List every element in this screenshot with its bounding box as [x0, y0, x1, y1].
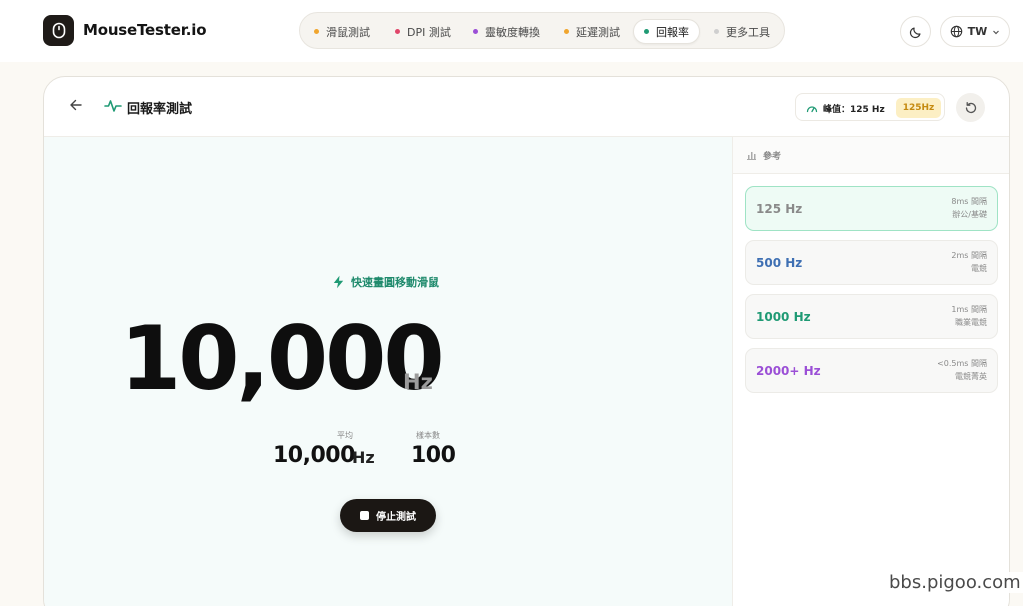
stop-label: 停止測試 — [376, 512, 416, 523]
chevron-down-icon — [993, 30, 1000, 34]
nav-dot-icon — [473, 29, 478, 34]
reference-row-2000hz: 2000+ Hz <0.5ms 間隔 電競菁英 — [745, 348, 998, 393]
back-arrow-icon[interactable] — [68, 97, 84, 113]
nav-item-sensitivity-converter[interactable]: 靈敏度轉換 — [473, 19, 540, 44]
polling-rate-value: 10,000 — [120, 307, 445, 410]
globe-icon — [950, 25, 962, 38]
nav-item-mouse-test[interactable]: 滑鼠測試 — [314, 19, 370, 44]
reset-icon — [965, 101, 976, 113]
average-value: 10,000 — [273, 443, 355, 468]
reference-title: 參考 — [763, 151, 782, 162]
average-unit: Hz — [352, 448, 375, 467]
nav-dot-icon — [714, 29, 719, 34]
polling-rate-card: 回報率測試 峰值：125 Hz 125Hz 快速畫圓移動滑鼠 10,000 Hz… — [43, 76, 1010, 606]
reference-use: 電競菁英 — [955, 372, 987, 381]
nav-item-label: 更多工具 — [726, 25, 770, 39]
nav-item-label: DPI 測試 — [407, 25, 451, 39]
nav-tabs: 滑鼠測試 DPI 測試 靈敏度轉換 延遲測試 回報率 更多工具 — [299, 12, 785, 49]
nav-item-label: 靈敏度轉換 — [485, 25, 540, 39]
instruction-hint: 快速畫圓移動滑鼠 — [332, 274, 439, 290]
nav-item-label: 延遲測試 — [576, 25, 620, 39]
nav-item-label: 回報率 — [656, 25, 689, 39]
language-label: TW — [967, 25, 988, 38]
top-navbar: MouseTester.io 滑鼠測試 DPI 測試 靈敏度轉換 延遲測試 回報… — [0, 0, 1023, 62]
peak-indicator: 峰值：125 Hz 125Hz — [795, 93, 945, 121]
reference-header: 參考 — [733, 137, 1009, 174]
reference-interval: 2ms 間隔 — [951, 251, 987, 260]
stop-icon — [360, 511, 369, 520]
moon-icon — [909, 26, 921, 38]
nav-dot-icon — [314, 29, 319, 34]
reset-button[interactable] — [956, 93, 985, 122]
nav-dot-icon — [644, 29, 649, 34]
reference-interval: 8ms 間隔 — [951, 197, 987, 206]
nav-item-more-tools[interactable]: 更多工具 — [714, 19, 770, 44]
nav-dot-icon — [395, 29, 400, 34]
nav-item-dpi-test[interactable]: DPI 測試 — [395, 19, 451, 44]
logo-mouse-icon[interactable] — [43, 15, 74, 46]
language-selector[interactable]: TW — [940, 16, 1010, 47]
samples-value: 100 — [411, 443, 456, 468]
reference-hz: 2000+ Hz — [756, 364, 821, 378]
samples-label: 樣本數 — [416, 431, 440, 440]
reference-panel: 參考 125 Hz 8ms 間隔 辦公/基礎 500 Hz 2ms 間隔 電競 … — [732, 137, 1009, 606]
card-header: 回報率測試 峰值：125 Hz 125Hz — [44, 77, 1009, 137]
test-area[interactable]: 快速畫圓移動滑鼠 10,000 Hz 平均 10,000 Hz 樣本數 100 … — [44, 137, 732, 606]
brand-name[interactable]: MouseTester.io — [83, 21, 207, 39]
pulse-icon — [104, 100, 122, 112]
nav-item-label: 滑鼠測試 — [326, 25, 370, 39]
peak-badge: 125Hz — [896, 98, 941, 118]
reference-use: 電競 — [971, 264, 987, 273]
peak-text: 峰值：125 Hz — [823, 104, 885, 115]
gauge-icon — [806, 106, 818, 113]
reference-hz: 125 Hz — [756, 202, 803, 216]
polling-rate-unit: Hz — [403, 370, 433, 394]
reference-row-1000hz: 1000 Hz 1ms 間隔 職業電競 — [745, 294, 998, 339]
reference-row-500hz: 500 Hz 2ms 間隔 電競 — [745, 240, 998, 285]
reference-interval: 1ms 間隔 — [951, 305, 987, 314]
reference-interval: <0.5ms 間隔 — [937, 359, 987, 368]
nav-item-latency-test[interactable]: 延遲測試 — [564, 19, 620, 44]
reference-use: 辦公/基礎 — [952, 210, 987, 219]
nav-item-polling-rate[interactable]: 回報率 — [633, 19, 700, 44]
reference-hz: 1000 Hz — [756, 310, 811, 324]
hint-text: 快速畫圓移動滑鼠 — [351, 276, 439, 289]
nav-dot-icon — [564, 29, 569, 34]
stop-test-button[interactable]: 停止測試 — [340, 499, 436, 532]
reference-use: 職業電競 — [955, 318, 987, 327]
reference-row-125hz: 125 Hz 8ms 間隔 辦公/基礎 — [745, 186, 998, 231]
reference-hz: 500 Hz — [756, 256, 803, 270]
theme-toggle-button[interactable] — [900, 16, 931, 47]
page-title: 回報率測試 — [127, 102, 193, 117]
bar-chart-icon — [747, 152, 756, 160]
lightning-icon — [333, 275, 344, 289]
average-label: 平均 — [337, 431, 353, 440]
watermark-text: bbs.pigoo.com — [885, 572, 1023, 593]
peak-value-label: 峰值：125 Hz — [800, 98, 891, 118]
